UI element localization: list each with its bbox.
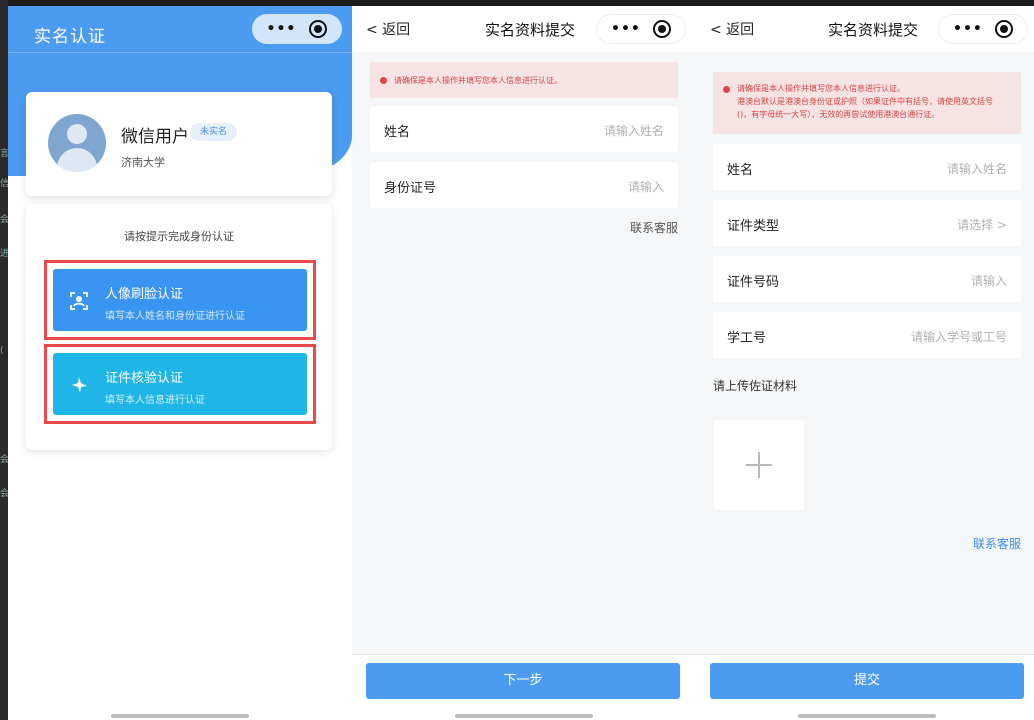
field-placeholder: 请输入学号或工号	[910, 330, 1007, 344]
bottom-bar: 下一步	[352, 654, 696, 720]
document-submit-screen: < 返回 实名资料提交 ••• 请确保是本人操作并填写您本人信息进行认证。 港澳…	[696, 6, 1034, 720]
student-staff-id-field[interactable]: 学工号 请输入学号或工号	[713, 312, 1021, 358]
upload-label: 请上传佐证材料	[713, 379, 798, 393]
back-button[interactable]: < 返回	[366, 19, 410, 39]
user-school: 济南大学	[121, 156, 165, 169]
home-indicator	[111, 714, 249, 718]
field-placeholder: 请选择 >	[957, 218, 1007, 232]
option-title: 证件核验认证	[105, 371, 184, 386]
highlight-box: 人像刷脸认证 填写本人姓名和身份证进行认证	[44, 260, 316, 340]
notice-line: 港澳台默认是港澳台身份证或护照（如果证件中有括号，请使用英文括号	[737, 97, 993, 106]
screenshot-stage: 言 信 会 进 ( 会 会 实名认证 ••• 微信用户 未实名 济南大学 请按提…	[0, 0, 1034, 720]
face-scan-icon	[69, 291, 89, 311]
document-type-select[interactable]: 证件类型 请选择 >	[713, 200, 1021, 246]
option-title: 人像刷脸认证	[105, 287, 184, 302]
page-title: 实名认证	[34, 27, 106, 47]
home-indicator	[798, 714, 936, 718]
back-button[interactable]: < 返回	[710, 19, 754, 39]
field-label: 学工号	[727, 331, 767, 346]
close-target-icon[interactable]	[994, 20, 1013, 38]
user-card: 微信用户 未实名 济南大学	[26, 92, 332, 196]
face-auth-button[interactable]: 人像刷脸认证 填写本人姓名和身份证进行认证	[53, 269, 307, 331]
submit-button[interactable]: 提交	[710, 663, 1024, 699]
close-target-icon[interactable]	[309, 20, 328, 38]
field-label: 身份证号	[384, 181, 437, 196]
real-name-auth-screen: 实名认证 ••• 微信用户 未实名 济南大学 请按提示完成身份认证 人像刷脸认证	[8, 6, 352, 720]
highlight-box: 证件核验认证 填写本人信息进行认证	[44, 344, 316, 424]
field-placeholder: 请输入	[627, 180, 664, 194]
field-placeholder: 请输入姓名	[946, 162, 1007, 176]
left-edge-strip: 言 信 会 进 ( 会 会	[0, 0, 9, 720]
auth-options-card: 请按提示完成身份认证 人像刷脸认证 填写本人姓名和身份证进行认证 证件核验认证	[26, 204, 332, 450]
field-label: 证件号码	[727, 275, 780, 290]
more-icon[interactable]: •••	[611, 21, 641, 37]
notice-line: 请确保是本人操作并填写您本人信息进行认证。	[737, 84, 905, 93]
notice-text: 请确保是本人操作并填写您本人信息进行认证。	[394, 76, 562, 85]
nav-bar: < 返回 实名资料提交 •••	[696, 6, 1034, 52]
edge-char: (	[0, 346, 4, 356]
more-icon[interactable]: •••	[267, 21, 297, 37]
field-label: 姓名	[384, 125, 411, 140]
mini-program-capsule: •••	[252, 14, 342, 44]
field-placeholder: 请输入姓名	[603, 124, 664, 138]
user-avatar-icon	[48, 114, 106, 172]
mini-program-capsule: •••	[596, 14, 686, 44]
document-auth-button[interactable]: 证件核验认证 填写本人信息进行认证	[53, 353, 307, 415]
field-label: 姓名	[727, 163, 754, 178]
mini-program-capsule: •••	[938, 14, 1028, 44]
alert-dot-icon	[380, 77, 387, 84]
nav-title: 实名资料提交	[828, 21, 919, 39]
next-button[interactable]: 下一步	[366, 663, 680, 699]
id-submit-screen: < 返回 实名资料提交 ••• 请确保是本人操作并填写您本人信息进行认证。 姓名…	[352, 6, 696, 720]
more-icon[interactable]: •••	[953, 21, 983, 37]
divider	[8, 52, 352, 53]
document-number-field[interactable]: 证件号码 请输入	[713, 256, 1021, 302]
airplane-icon	[69, 375, 89, 395]
upload-button[interactable]	[714, 420, 804, 510]
alert-dot-icon	[723, 86, 730, 93]
notice-banner: 请确保是本人操作并填写您本人信息进行认证。 港澳台默认是港澳台身份证或护照（如果…	[713, 72, 1021, 134]
auth-hint: 请按提示完成身份认证	[124, 230, 234, 243]
field-placeholder: 请输入	[970, 274, 1007, 288]
notice-line: ()，有字母统一大写），无效的再尝试使用港澳台通行证。	[737, 110, 940, 119]
home-indicator	[455, 714, 593, 718]
contact-service-link[interactable]: 联系客服	[630, 219, 678, 236]
notice-banner: 请确保是本人操作并填写您本人信息进行认证。	[370, 62, 678, 98]
option-subtitle: 填写本人姓名和身份证进行认证	[105, 311, 245, 322]
option-subtitle: 填写本人信息进行认证	[105, 395, 205, 406]
field-label: 证件类型	[727, 219, 780, 234]
status-badge: 未实名	[190, 123, 238, 141]
nav-bar: < 返回 实名资料提交 •••	[352, 6, 696, 52]
close-target-icon[interactable]	[652, 20, 671, 38]
id-number-field[interactable]: 身份证号 请输入	[370, 162, 678, 208]
name-field[interactable]: 姓名 请输入姓名	[713, 144, 1021, 190]
contact-service-link[interactable]: 联系客服	[973, 535, 1021, 552]
nav-title: 实名资料提交	[485, 21, 576, 39]
user-name: 微信用户	[121, 127, 189, 147]
bottom-bar: 提交	[696, 654, 1034, 720]
name-field[interactable]: 姓名 请输入姓名	[370, 106, 678, 152]
